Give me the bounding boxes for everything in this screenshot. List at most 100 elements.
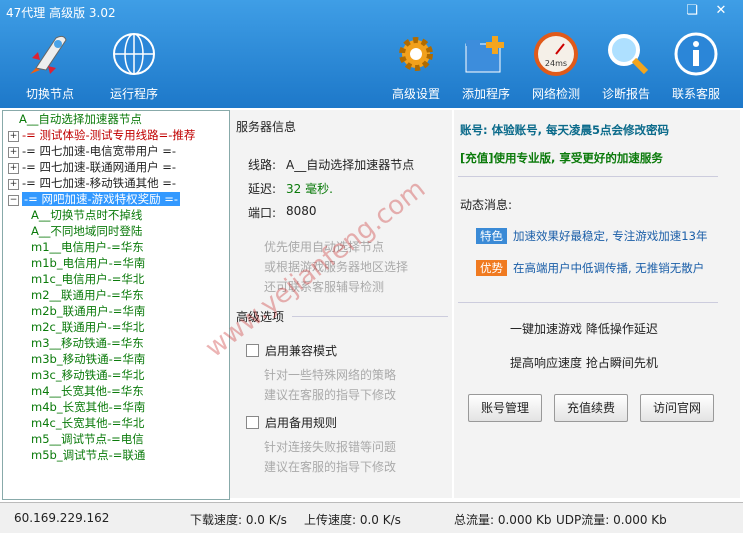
tree-item[interactable]: m5b_调试节点-=联通: [3, 447, 229, 463]
add-program-label: 添加程序: [461, 87, 510, 101]
support-button[interactable]: 联系客服: [656, 30, 736, 102]
run-program-button[interactable]: 运行程序: [94, 30, 174, 102]
tree-item[interactable]: A__切换节点时不掉线: [3, 207, 229, 223]
tree-item[interactable]: A__不同地域同时登陆: [3, 223, 229, 239]
globe-icon: [113, 33, 155, 75]
line-value: A__自动选择加速器节点: [286, 158, 415, 172]
diagnose-button[interactable]: 诊断报告: [586, 30, 666, 102]
advantage-badge: 优势: [476, 260, 507, 276]
tree-item[interactable]: m4__长宽其他-=华东: [3, 383, 229, 399]
network-check-label: 网络检测: [531, 87, 580, 101]
collapse-icon[interactable]: −: [8, 195, 19, 206]
status-bar: 60.169.229.162 下载速度: 0.0 K/s 上传速度: 0.0 K…: [0, 502, 743, 533]
advanced-settings-label: 高级设置: [391, 87, 440, 101]
restore-icon[interactable]: ❏: [683, 3, 701, 19]
backup-hint-1: 针对连接失败报错等问题: [264, 440, 397, 454]
tree-item-label: m4c_长宽其他-=华北: [31, 416, 145, 430]
tree-item[interactable]: m3__移动铁通-=华东: [3, 335, 229, 351]
download-speed: 下载速度: 0.0 K/s: [190, 513, 287, 527]
tree-item[interactable]: m1c_电信用户-=华北: [3, 271, 229, 287]
visit-website-button[interactable]: 访问官网: [640, 394, 714, 422]
window-title: 47代理 高级版 3.02: [6, 6, 116, 20]
tree-item-label: m5__调试节点-=电信: [31, 432, 144, 446]
tree-item[interactable]: + -= 四七加速-电信宽带用户 =-: [3, 143, 229, 159]
tree-item[interactable]: m2__联通用户-=华东: [3, 287, 229, 303]
news-item-1: 特色 加速效果好最稳定, 专注游戏加速13年: [476, 228, 707, 244]
slogan-1: 一键加速游戏 降低操作延迟: [510, 322, 658, 336]
backup-hint-2: 建议在客服的指导下修改: [264, 460, 397, 474]
tree-item-label: m3c_移动铁通-=华北: [31, 368, 145, 382]
tree-item-label: -= 四七加速-电信宽带用户 =-: [22, 144, 177, 158]
diagnose-label: 诊断报告: [601, 87, 650, 101]
recharge-info[interactable]: [充值]使用专业版, 享受更好的加速服务: [460, 150, 663, 166]
tree-item-label: m2__联通用户-=华东: [31, 288, 144, 302]
expand-icon[interactable]: +: [8, 163, 19, 174]
close-icon[interactable]: ✕: [712, 3, 730, 19]
line-label: 线路:: [248, 158, 277, 172]
recharge-button[interactable]: 充值续费: [554, 394, 628, 422]
tree-item-label: m1c_电信用户-=华北: [31, 272, 145, 286]
port-label: 端口:: [248, 206, 277, 220]
tree-item[interactable]: m1__电信用户-=华东: [3, 239, 229, 255]
compat-mode-checkbox[interactable]: 启用兼容模式: [246, 342, 337, 359]
tree-item[interactable]: m4b_长宽其他-=华南: [3, 399, 229, 415]
tree-item-label: -= 测试体验-测试专用线路=-推荐: [22, 128, 196, 142]
run-program-label: 运行程序: [109, 87, 158, 101]
latency-value: 32 毫秒.: [286, 182, 333, 196]
tree-item[interactable]: − -= 网吧加速-游戏特权奖励 =-: [3, 191, 229, 207]
gear-icon: [399, 37, 433, 71]
tree-item[interactable]: + -= 四七加速-联通网通用户 =-: [3, 159, 229, 175]
news-title: 动态消息:: [460, 198, 513, 212]
tree-item[interactable]: m2c_联通用户-=华北: [3, 319, 229, 335]
compat-mode-label: 启用兼容模式: [265, 344, 338, 358]
add-folder-icon: [465, 36, 504, 73]
total-traffic: 总流量: 0.000 Kb: [454, 513, 552, 527]
tree-item-label: m3b_移动铁通-=华南: [31, 352, 146, 366]
expand-icon[interactable]: +: [8, 147, 19, 158]
divider: [458, 176, 718, 177]
advanced-settings-button[interactable]: 高级设置: [376, 30, 456, 102]
rocket-icon: [30, 35, 67, 74]
divider: [292, 316, 448, 317]
tree-item-label: m4b_长宽其他-=华南: [31, 400, 146, 414]
node-tree[interactable]: A__自动选择加速器节点 + -= 测试体验-测试专用线路=-推荐 + -= 四七加速-…: [2, 110, 230, 500]
ip-address: 60.169.229.162: [14, 511, 110, 525]
switch-node-button[interactable]: 切换节点: [10, 30, 90, 102]
tree-item-label: A__切换节点时不掉线: [31, 208, 143, 222]
compat-hint-1: 针对一些特殊网络的策略: [264, 368, 397, 382]
compat-hint-2: 建议在客服的指导下修改: [264, 388, 397, 402]
account-panel: 账号: 体验账号, 每天凌晨5点会修改密码 [充值]使用专业版, 享受更好的加速…: [454, 110, 740, 498]
expand-icon[interactable]: +: [8, 179, 19, 190]
tree-item-label: A__不同地域同时登陆: [31, 224, 143, 238]
network-check-button[interactable]: 24ms 网络检测: [516, 30, 596, 102]
tree-item[interactable]: + -= 测试体验-测试专用线路=-推荐: [3, 127, 229, 143]
account-manage-button[interactable]: 账号管理: [468, 394, 542, 422]
tree-item[interactable]: m5__调试节点-=电信: [3, 431, 229, 447]
tree-item[interactable]: m4c_长宽其他-=华北: [3, 415, 229, 431]
tree-list: A__自动选择加速器节点 + -= 测试体验-测试专用线路=-推荐 + -= 四七加速-…: [3, 111, 229, 463]
account-info: 账号: 体验账号, 每天凌晨5点会修改密码: [460, 123, 669, 137]
switch-node-label: 切换节点: [25, 87, 74, 101]
tree-item-label: m1__电信用户-=华东: [31, 240, 144, 254]
title-bar: 47代理 高级版 3.02 ❏ ✕ 切换节点 运行程序 高级设置 添加程序 24…: [0, 0, 743, 108]
tree-item-label: m2b_联通用户-=华南: [31, 304, 146, 318]
expand-icon[interactable]: +: [8, 131, 19, 142]
tree-item[interactable]: A__自动选择加速器节点: [3, 111, 229, 127]
tree-item[interactable]: m1b_电信用户-=华南: [3, 255, 229, 271]
tree-item-label: A__自动选择加速器节点: [19, 112, 142, 126]
tree-item[interactable]: + -= 四七加速-移动铁通其他 =-: [3, 175, 229, 191]
tree-item[interactable]: m3c_移动铁通-=华北: [3, 367, 229, 383]
add-program-button[interactable]: 添加程序: [446, 30, 526, 102]
tree-item[interactable]: m2b_联通用户-=华南: [3, 303, 229, 319]
checkbox-icon[interactable]: [246, 416, 259, 429]
checkbox-icon[interactable]: [246, 344, 259, 357]
tree-item-label: m1b_电信用户-=华南: [31, 256, 146, 270]
upload-speed: 上传速度: 0.0 K/s: [304, 513, 401, 527]
latency-label: 延迟:: [248, 182, 277, 196]
news-text-2: 在高端用户中低调传播, 无推销无散户: [513, 261, 705, 275]
backup-rules-checkbox[interactable]: 启用备用规则: [246, 414, 337, 431]
port-value: 8080: [286, 204, 317, 218]
tree-item-label: m5b_调试节点-=联通: [31, 448, 146, 462]
tree-item[interactable]: m3b_移动铁通-=华南: [3, 351, 229, 367]
tree-item-label: -= 网吧加速-游戏特权奖励 =-: [22, 192, 181, 206]
